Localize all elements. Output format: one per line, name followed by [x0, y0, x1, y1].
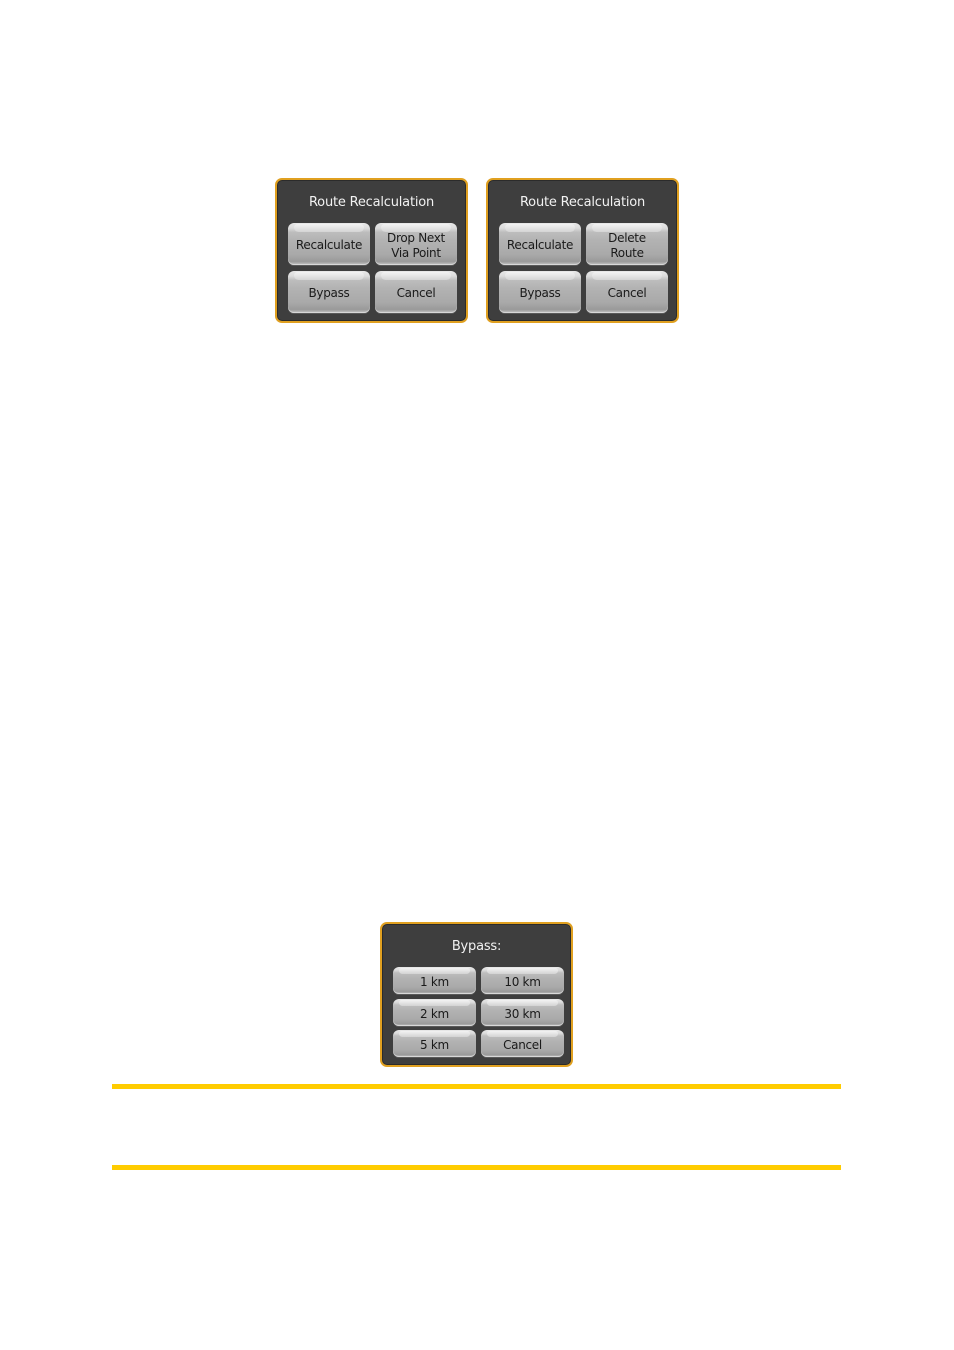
button-label: Delete Route	[608, 230, 646, 260]
bypass-2km-button[interactable]: 2 km	[393, 999, 476, 1026]
dialog-title: Route Recalculation	[519, 195, 646, 210]
note-rule-top	[112, 1084, 841, 1089]
bypass-5km-button[interactable]: 5 km	[393, 1030, 476, 1057]
button-label: Cancel	[503, 1037, 542, 1052]
cancel-button[interactable]: Cancel	[481, 1030, 564, 1057]
button-label: 2 km	[420, 1006, 449, 1021]
dialog-title: Route Recalculation	[308, 195, 435, 210]
button-label: 1 km	[420, 974, 449, 989]
bypass-1km-button[interactable]: 1 km	[393, 967, 476, 994]
cancel-button[interactable]: Cancel	[375, 271, 457, 313]
delete-route-button[interactable]: Delete Route	[586, 223, 668, 265]
button-label: 5 km	[420, 1037, 449, 1052]
bypass-button[interactable]: Bypass	[499, 271, 581, 313]
bypass-30km-button[interactable]: 30 km	[481, 999, 564, 1026]
button-label: Cancel	[607, 286, 647, 300]
button-label: 10 km	[504, 974, 541, 989]
button-label: Cancel	[396, 286, 436, 300]
route-recalculation-dialog-delete-route: Route Recalculation Recalculate Delete R…	[486, 178, 679, 323]
button-label: Bypass	[308, 286, 350, 300]
bypass-button[interactable]: Bypass	[288, 271, 370, 313]
route-recalculation-dialog-via-point: Route Recalculation Recalculate Drop Nex…	[275, 178, 468, 323]
button-label: 30 km	[504, 1006, 541, 1021]
button-label: Recalculate	[295, 238, 363, 252]
bypass-10km-button[interactable]: 10 km	[481, 967, 564, 994]
button-label: Drop Next Via Point	[387, 230, 445, 260]
bypass-dialog: Bypass: 1 km 10 km 2 km 30 km 5 km Cance…	[380, 922, 573, 1067]
button-label: Bypass	[519, 286, 561, 300]
dialog-title: Bypass:	[451, 939, 502, 954]
cancel-button[interactable]: Cancel	[586, 271, 668, 313]
recalculate-button[interactable]: Recalculate	[499, 223, 581, 265]
drop-next-via-point-button[interactable]: Drop Next Via Point	[375, 223, 457, 265]
button-label: Recalculate	[506, 238, 574, 252]
recalculate-button[interactable]: Recalculate	[288, 223, 370, 265]
note-rule-bottom	[112, 1165, 841, 1170]
